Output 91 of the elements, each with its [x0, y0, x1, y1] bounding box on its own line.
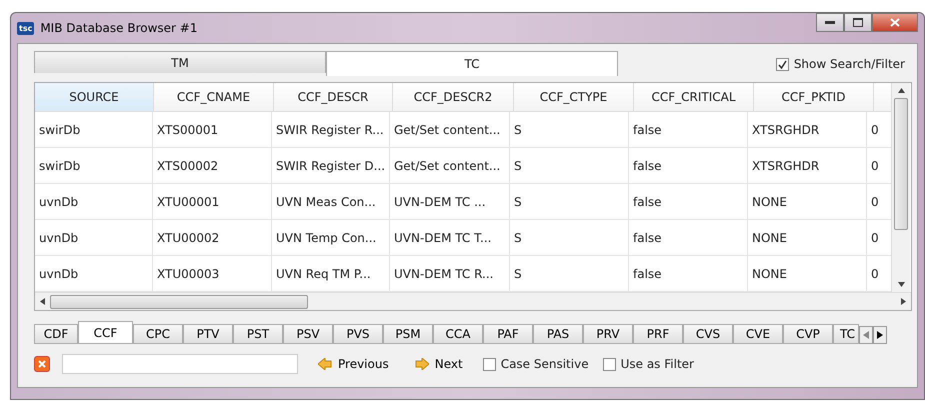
tab[interactable]: CPC: [133, 324, 183, 344]
table-cell: false: [629, 112, 748, 147]
tab[interactable]: CCA: [433, 324, 483, 344]
checkbox[interactable]: [602, 358, 616, 370]
scroll-right-button[interactable]: [873, 326, 887, 344]
table-cell: XTU00001: [153, 184, 272, 219]
column-header[interactable]: CCF_CNAME: [154, 83, 274, 111]
checkbox[interactable]: [776, 58, 789, 70]
checkbox[interactable]: [482, 358, 496, 370]
table-cell: UVN Meas Con...: [272, 184, 390, 219]
table-cell: XTS00002: [153, 148, 272, 183]
tab[interactable]: CVE: [733, 324, 783, 344]
window-title: MIB Database Browser #1: [40, 21, 198, 35]
table-cell: XTU00003: [153, 256, 272, 291]
column-header[interactable]: SOURCE: [35, 83, 154, 111]
tab[interactable]: PSM: [383, 324, 433, 344]
minimize-button[interactable]: [816, 13, 844, 32]
table-cell: uvnDb: [35, 256, 153, 291]
tab[interactable]: PAF: [483, 324, 533, 344]
minimize-icon: [825, 20, 835, 24]
close-button[interactable]: [872, 13, 918, 32]
table-cell: XTS00001: [153, 112, 272, 147]
table-cell: false: [629, 184, 748, 219]
table-cell: XTSRGHDR: [748, 112, 867, 147]
table-cell: UVN-DEM TC R...: [390, 256, 510, 291]
clear-button[interactable]: [34, 356, 50, 372]
column-header[interactable]: CCF_PKTID: [754, 83, 874, 111]
app-icon: tsc: [17, 22, 34, 34]
tab[interactable]: TC: [833, 324, 859, 344]
table-cell: SWIR Register R...: [272, 112, 390, 147]
left-arrow-icon: [863, 331, 869, 339]
maximize-icon: [853, 18, 863, 27]
tab[interactable]: PVS: [333, 324, 383, 344]
table-cell: uvnDb: [35, 220, 153, 255]
next-button[interactable]: Next: [408, 357, 469, 371]
checkbox-label: Use as Filter: [620, 357, 694, 371]
scroll-left-icon[interactable]: [40, 298, 45, 305]
tab[interactable]: PST: [233, 324, 283, 344]
checkbox-label: Show Search/Filter: [794, 57, 905, 71]
column-header[interactable]: CCF_DESCR2: [393, 83, 514, 111]
table-cell: NONE: [748, 220, 867, 255]
column-header[interactable]: CCF_DESCR: [274, 83, 393, 111]
right-arrow-icon: [877, 331, 883, 339]
search-field[interactable]: [62, 354, 298, 374]
table-cell: S: [510, 220, 629, 255]
table-cell: false: [629, 148, 748, 183]
tab[interactable]: PAS: [533, 324, 583, 344]
tab[interactable]: CDF: [34, 324, 78, 344]
scroll-down-icon[interactable]: [898, 282, 904, 287]
column-header[interactable]: CCF_CRITICAL: [634, 83, 754, 111]
tab[interactable]: CVP: [783, 324, 833, 344]
table-cell: S: [510, 256, 629, 291]
tab[interactable]: CVS: [683, 324, 733, 344]
column-header[interactable]: CCF_CTYPE: [514, 83, 634, 111]
table-cell: NONE: [748, 184, 867, 219]
tab[interactable]: TC: [326, 51, 618, 76]
table-cell: SWIR Register D...: [272, 148, 390, 183]
table-cell: swirDb: [35, 148, 153, 183]
checkbox-label: Case Sensitive: [500, 357, 589, 371]
table-cell: false: [629, 256, 748, 291]
tab[interactable]: PRF: [633, 324, 683, 344]
left-arrow-icon: [318, 358, 332, 370]
tab[interactable]: PSV: [283, 324, 333, 344]
table-cell: S: [510, 184, 629, 219]
tab[interactable]: TM: [34, 51, 326, 73]
close-icon: [38, 360, 46, 368]
table-cell: NONE: [748, 256, 867, 291]
tab[interactable]: PTV: [183, 324, 233, 344]
table-cell: UVN Temp Con...: [272, 220, 390, 255]
close-icon: [890, 18, 900, 27]
table-cell: S: [510, 148, 629, 183]
table-cell: false: [629, 220, 748, 255]
tab[interactable]: PRV: [583, 324, 633, 344]
right-arrow-icon: [414, 358, 429, 370]
table-cell: swirDb: [35, 112, 153, 147]
table-cell: S: [510, 112, 629, 147]
scroll-up-icon[interactable]: [898, 88, 904, 93]
table-cell: UVN-DEM TC T...: [390, 220, 510, 255]
table-cell: XTU00002: [153, 220, 272, 255]
table-cell: UVN-DEM TC ...: [390, 184, 510, 219]
table-cell: Get/Set content...: [390, 148, 510, 183]
table-cell: uvnDb: [35, 184, 153, 219]
table-cell: Get/Set content...: [390, 112, 510, 147]
maximize-button[interactable]: [844, 13, 872, 32]
table-cell: UVN Req TM P...: [272, 256, 390, 291]
tab[interactable]: CCF: [78, 321, 133, 344]
scrollbar-thumb[interactable]: [50, 294, 308, 308]
scrollbar-thumb[interactable]: [894, 98, 908, 230]
previous-button[interactable]: Previous: [312, 357, 395, 371]
scroll-right-icon[interactable]: [901, 298, 906, 305]
table-cell: XTSRGHDR: [748, 148, 867, 183]
